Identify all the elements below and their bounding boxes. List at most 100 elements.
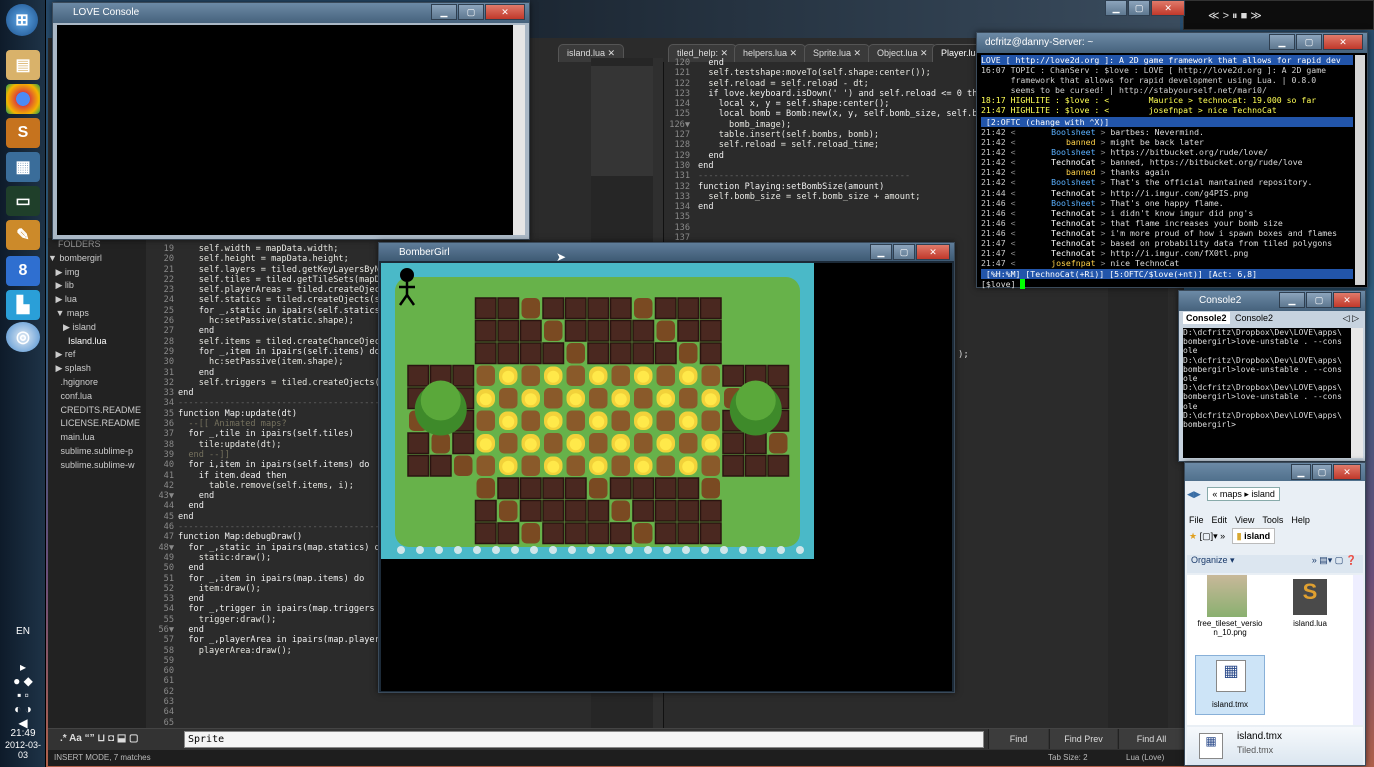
sidebar-item[interactable]: ▶ lib: [48, 279, 146, 293]
code-line[interactable]: bomb_image);: [698, 120, 978, 130]
menu-edit[interactable]: Edit: [1212, 515, 1228, 525]
game-titlebar[interactable]: BomberGirl ▁ ▢ ✕: [379, 243, 954, 261]
close-button[interactable]: ✕: [1323, 34, 1363, 50]
find-prev-button[interactable]: Find Prev: [1049, 729, 1117, 749]
folder-title[interactable]: ▮ island: [1231, 528, 1276, 544]
language-indicator[interactable]: EN: [0, 626, 46, 637]
close-button[interactable]: ✕: [485, 4, 525, 20]
code-line[interactable]: end --]]: [178, 450, 378, 460]
code-line[interactable]: for _,item in ipairs(map.items) do: [178, 574, 378, 584]
love-taskbar-icon[interactable]: ◎: [6, 322, 40, 352]
explorer-titlebar[interactable]: ▁ ▢ ✕: [1185, 463, 1365, 481]
code-line[interactable]: self.bomb_size = self.bomb_size + amount…: [698, 192, 978, 202]
sidebar-item[interactable]: ▶ island: [48, 321, 146, 335]
menu-help[interactable]: Help: [1291, 515, 1310, 525]
status-syntax[interactable]: Lua (Love): [1126, 753, 1164, 762]
chrome-taskbar-icon[interactable]: [6, 84, 40, 114]
irc-input[interactable]: [$love]: [981, 279, 1353, 289]
tool-taskbar-icon[interactable]: ✎: [6, 220, 40, 250]
sidebar-item[interactable]: ▶ img: [48, 266, 146, 280]
code-line[interactable]: end: [698, 151, 978, 161]
code-line[interactable]: self.reload = self.reload_time;: [698, 140, 978, 150]
code-line[interactable]: --[[ Animated maps?: [178, 419, 378, 429]
code-line[interactable]: end: [178, 594, 378, 604]
menu-file[interactable]: File: [1189, 515, 1204, 525]
console2-tab-1[interactable]: Console2: [1183, 312, 1230, 324]
menu-view[interactable]: View: [1235, 515, 1254, 525]
menu-tools[interactable]: Tools: [1262, 515, 1283, 525]
game-canvas[interactable]: [381, 263, 952, 691]
love-console-scrollbar[interactable]: [513, 25, 525, 235]
organize-button[interactable]: Organize ▾: [1191, 555, 1235, 565]
code-line[interactable]: hc:setPassive(static.shape);: [178, 316, 378, 326]
code-line[interactable]: function Playing:setBombSize(amount): [698, 182, 978, 192]
irc-titlebar[interactable]: dcfritz@danny-Server: ~ ▁ ▢ ✕: [977, 33, 1367, 53]
console-taskbar-icon[interactable]: ▭: [6, 186, 40, 216]
code-line[interactable]: item:draw();: [178, 584, 378, 594]
maximize-button[interactable]: ▢: [1312, 464, 1332, 480]
sidebar-item[interactable]: ▼ maps: [48, 307, 146, 321]
back-icon[interactable]: ◀▶: [1187, 489, 1201, 499]
sublime-file-icon[interactable]: S: [1293, 579, 1327, 615]
code-line[interactable]: ----------------------------------------…: [178, 398, 378, 408]
minimize-button[interactable]: ▁: [1291, 464, 1311, 480]
code-line[interactable]: for _,trigger in ipairs(map.triggers: [178, 604, 378, 614]
find-input[interactable]: [184, 731, 984, 748]
code-line[interactable]: end: [698, 58, 978, 68]
minimize-button[interactable]: ▁: [870, 244, 892, 260]
maximize-button[interactable]: ▢: [1296, 34, 1322, 50]
code-line[interactable]: end: [698, 161, 978, 171]
code-line[interactable]: if item.dead then: [178, 471, 378, 481]
code-line[interactable]: for i,item in ipairs(self.items) do: [178, 460, 378, 470]
code-line[interactable]: end: [178, 491, 378, 501]
console2-tab-2[interactable]: Console2: [1232, 312, 1276, 324]
code-line[interactable]: table.remove(self.items, i);: [178, 481, 378, 491]
code-line[interactable]: self.triggers = tiled.createOjects(s: [178, 378, 378, 388]
maximize-button[interactable]: ▢: [1306, 292, 1332, 308]
code-line[interactable]: self.tiles = tiled.getTileSets(mapDat: [178, 275, 378, 285]
maximize-button[interactable]: ▢: [458, 4, 484, 20]
sidebar-item[interactable]: ▶ lua: [48, 293, 146, 307]
file-tileset[interactable]: free_tileset_versio n_10.png: [1195, 619, 1265, 637]
tileset-thumbnail[interactable]: [1207, 575, 1247, 617]
file-list-scrollbar[interactable]: [1353, 575, 1363, 725]
sidebar-item[interactable]: LICENSE.README: [48, 417, 146, 431]
code-line[interactable]: for _,tile in ipairs(self.tiles): [178, 429, 378, 439]
selected-file[interactable]: ▦ island.tmx: [1195, 655, 1265, 715]
code-line[interactable]: end: [178, 563, 378, 573]
code-line[interactable]: self.playerAreas = tiled.createOject: [178, 285, 378, 295]
code-line[interactable]: if love.keyboard.isDown(' ') and self.re…: [698, 89, 978, 99]
network-taskbar-icon[interactable]: ▦: [6, 152, 40, 182]
tab-scroll-arrows[interactable]: ◁ ▷: [1343, 313, 1359, 324]
find-all-button[interactable]: Find All: [1118, 729, 1184, 749]
code-line[interactable]: table.insert(self.bombs, bomb);: [698, 130, 978, 140]
sidebar-item[interactable]: .hgignore: [48, 376, 146, 390]
code-line[interactable]: end: [178, 388, 378, 398]
code-line[interactable]: trigger:draw();: [178, 615, 378, 625]
code-line[interactable]: tile:update(dt);: [178, 440, 378, 450]
minimize-button[interactable]: ▁: [431, 4, 457, 20]
sidebar-item[interactable]: sublime.sublime-p: [48, 445, 146, 459]
minimize-button[interactable]: ▁: [1279, 292, 1305, 308]
minimap-viewport[interactable]: [591, 66, 653, 176]
code-line[interactable]: local x, y = self.shape:center();: [698, 99, 978, 109]
code-line[interactable]: for _,static in ipairs(map.statics) d: [178, 543, 378, 553]
code-line[interactable]: self.testshape:moveTo(self.shape:center(…: [698, 68, 978, 78]
sidebar-item[interactable]: main.lua: [48, 431, 146, 445]
code-line[interactable]: ----------------------------------------…: [698, 171, 978, 181]
code-line[interactable]: end: [178, 326, 378, 336]
code-line[interactable]: for _,static in ipairs(self.statics): [178, 306, 378, 316]
breadcrumb[interactable]: « maps ▸ island: [1207, 487, 1280, 501]
start-button[interactable]: ⊞: [6, 4, 38, 36]
media-controls[interactable]: ≪ > ⏸ ■ ≫: [1208, 9, 1262, 23]
sidebar-item[interactable]: sublime.sublime-w: [48, 459, 146, 473]
code-line[interactable]: static:draw();: [178, 553, 378, 563]
clock-date[interactable]: 2012-03-03: [0, 740, 46, 760]
code-line[interactable]: function Map:update(dt): [178, 409, 378, 419]
code-line[interactable]: ----------------------------------------…: [178, 522, 378, 532]
code-line[interactable]: local bomb = Bomb:new(x, y, self.bomb_si…: [698, 109, 978, 119]
sidebar-item[interactable]: ▶ splash: [48, 362, 146, 376]
code-line[interactable]: playerArea:draw();: [178, 646, 378, 656]
code-line[interactable]: self.reload = self.reload - dt;: [698, 79, 978, 89]
code-line[interactable]: function Map:debugDraw(): [178, 532, 378, 542]
